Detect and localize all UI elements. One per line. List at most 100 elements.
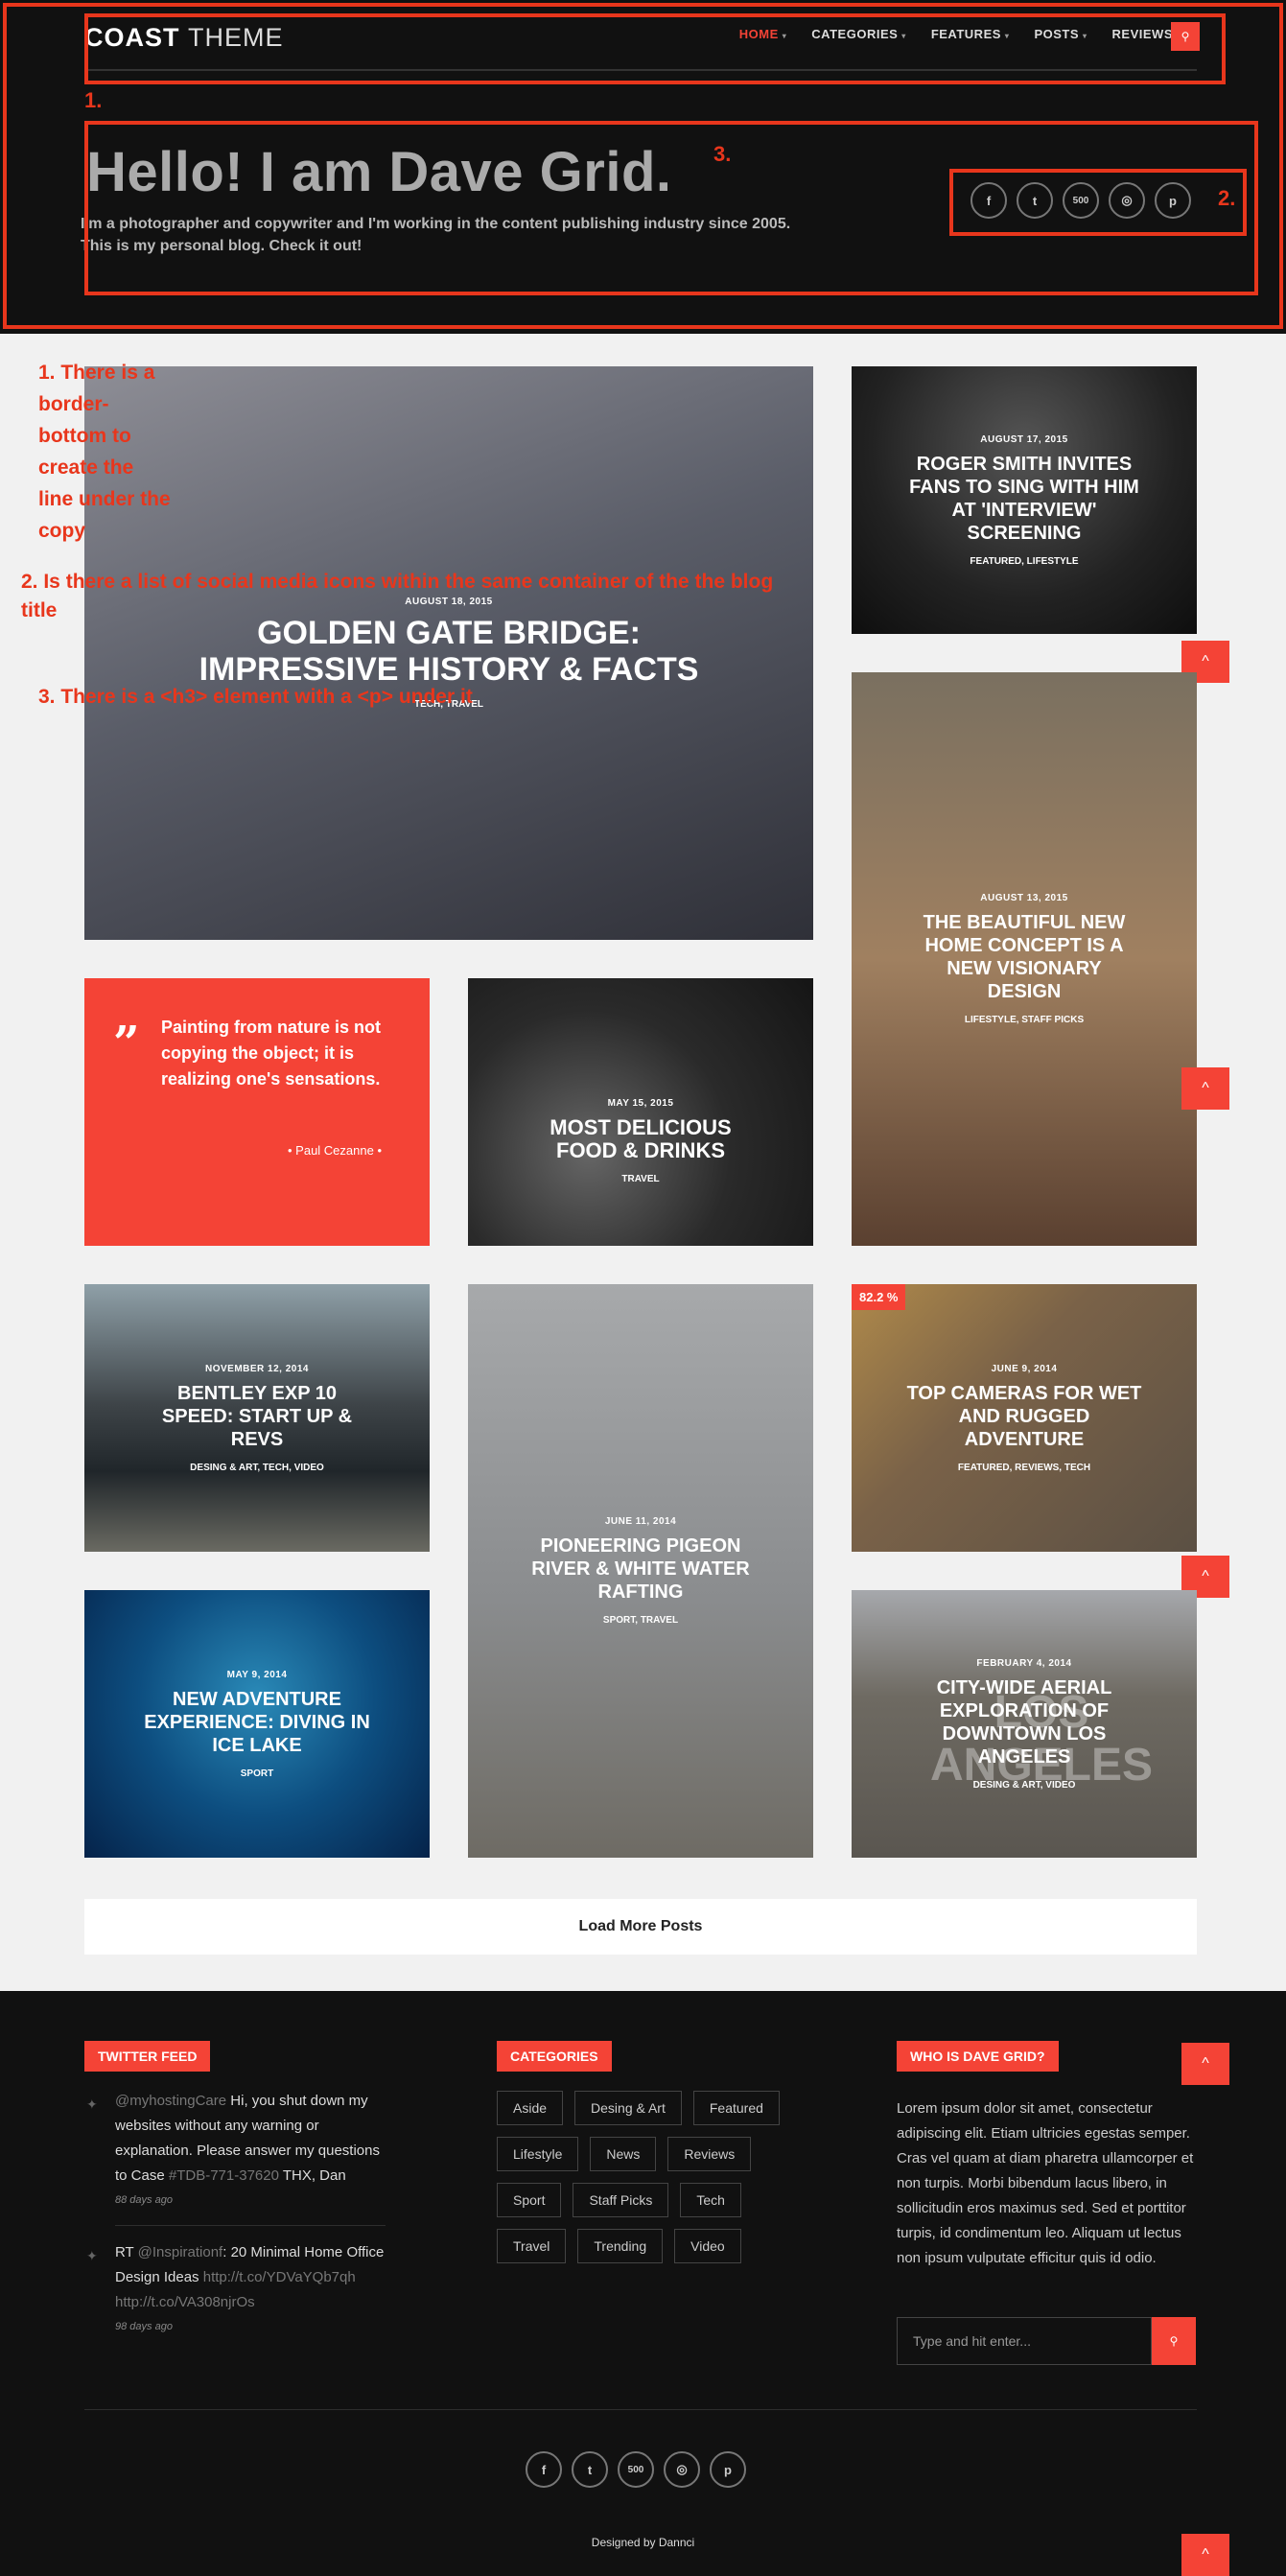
post-categories[interactable]: SPORT <box>241 1768 273 1779</box>
post-title[interactable]: PIONEERING PIGEON RIVER & WHITE WATER RA… <box>468 1534 813 1604</box>
tweet-1: @myhostingCare Hi, you shut down my webs… <box>115 2089 393 2189</box>
review-score-badge: 82.2 % <box>852 1284 906 1310</box>
footer-credit: Designed by Dannci <box>591 2536 695 2549</box>
post-date: AUGUST 13, 2015 <box>980 893 1068 903</box>
post-categories[interactable]: DESING & ART, TECH, VIDEO <box>190 1463 324 1473</box>
post-categories[interactable]: FEATURED, REVIEWS, TECH <box>958 1463 1090 1473</box>
post-card-ice-lake[interactable]: MAY 9, 2014 NEW ADVENTURE EXPERIENCE: DI… <box>84 1590 430 1858</box>
category-tag[interactable]: Video <box>674 2229 741 2263</box>
category-tags: Aside Desing & Art Featured Lifestyle Ne… <box>497 2091 784 2263</box>
post-card-pigeon-river[interactable]: JUNE 11, 2014 PIONEERING PIGEON RIVER & … <box>468 1284 813 1858</box>
twitter-icon[interactable]: t <box>572 2451 608 2488</box>
pinterest-glyph: p <box>724 2462 732 2477</box>
post-title[interactable]: GOLDEN GATE BRIDGE: IMPRESSIVE HISTORY &… <box>84 615 813 688</box>
tweet-link[interactable]: http://t.co/YDVaYQb7qh <box>203 2269 356 2285</box>
twitter-icon: ✦ <box>86 2096 98 2112</box>
instagram-icon[interactable]: ◎ <box>664 2451 700 2488</box>
post-date: JUNE 11, 2014 <box>604 1516 677 1527</box>
post-date: MAY 15, 2015 <box>607 1097 674 1109</box>
category-tag[interactable]: Travel <box>497 2229 567 2263</box>
scroll-up-button[interactable]: ^ <box>1181 1067 1229 1110</box>
post-card-roger-smith[interactable]: AUGUST 17, 2015 ROGER SMITH INVITES FANS… <box>852 366 1197 634</box>
category-tag[interactable]: Lifestyle <box>497 2137 579 2171</box>
pinterest-icon[interactable]: p <box>710 2451 746 2488</box>
post-categories[interactable]: TRAVEL <box>621 1174 659 1184</box>
post-image-overlay-text: LOS ANGELES <box>929 1687 1154 1791</box>
post-date: FEBRUARY 4, 2014 <box>976 1657 1072 1669</box>
tweet-link[interactable]: http://t.co/VA308njrOs <box>115 2294 255 2310</box>
tweet-handle[interactable]: @Inspirationf <box>138 2244 223 2260</box>
post-card-los-angeles[interactable]: LOS ANGELES FEBRUARY 4, 2014 CITY-WIDE A… <box>852 1590 1197 1858</box>
annotation-note-3: 3. There is a <h3> element with a <p> un… <box>38 686 473 708</box>
tweet-prefix: RT <box>115 2244 138 2260</box>
about-text: Lorem ipsum dolor sit amet, consectetur … <box>897 2100 1194 2266</box>
category-tag[interactable]: Staff Picks <box>573 2183 669 2217</box>
instagram-glyph: ◎ <box>676 2462 688 2476</box>
post-title[interactable]: BENTLEY EXP 10 SPEED: START UP & REVS <box>84 1382 430 1451</box>
500px-glyph: 500 <box>627 2464 644 2475</box>
annotation-box-2 <box>949 169 1247 236</box>
post-categories[interactable]: LIFESTYLE, STAFF PICKS <box>965 1015 1084 1025</box>
post-title[interactable]: MOST DELICIOUS FOOD & DRINKS <box>468 1115 813 1162</box>
about-title: WHO IS DAVE GRID? <box>897 2041 1059 2072</box>
tweet-divider <box>115 2225 386 2226</box>
post-date: AUGUST 17, 2015 <box>980 433 1068 445</box>
tweet-text-tail: THX, Dan <box>278 2167 346 2184</box>
post-card-food-drinks[interactable]: MAY 15, 2015 MOST DELICIOUS FOOD & DRINK… <box>468 978 813 1246</box>
facebook-icon[interactable]: f <box>526 2451 562 2488</box>
post-title[interactable]: NEW ADVENTURE EXPERIENCE: DIVING IN ICE … <box>84 1688 430 1757</box>
post-card-bentley[interactable]: NOVEMBER 12, 2014 BENTLEY EXP 10 SPEED: … <box>84 1284 430 1552</box>
tweet-handle[interactable]: @myhostingCare <box>115 2093 226 2109</box>
post-categories[interactable]: SPORT, TRAVEL <box>603 1615 678 1626</box>
load-more-button[interactable]: Load More Posts <box>84 1899 1197 1955</box>
post-title[interactable]: ROGER SMITH INVITES FANS TO SING WITH HI… <box>852 453 1197 545</box>
category-tag[interactable]: Sport <box>497 2183 562 2217</box>
category-tag[interactable]: Aside <box>497 2091 564 2125</box>
category-tag[interactable]: Trending <box>577 2229 664 2263</box>
category-tag[interactable]: Tech <box>680 2183 741 2217</box>
post-title[interactable]: TOP CAMERAS FOR WET AND RUGGED ADVENTURE <box>852 1382 1197 1451</box>
search-icon: ⚲ <box>1169 2334 1179 2348</box>
annotation-label-1: 1. <box>84 88 103 112</box>
tweet-time: 88 days ago <box>115 2194 173 2206</box>
post-date: MAY 9, 2014 <box>226 1669 288 1680</box>
facebook-glyph: f <box>541 2462 547 2477</box>
chevron-up-icon: ^ <box>1202 1080 1209 1096</box>
chevron-up-icon: ^ <box>1202 653 1209 669</box>
chevron-up-icon: ^ <box>1202 1568 1209 1584</box>
post-card-top-cameras[interactable]: JUNE 9, 2014 TOP CAMERAS FOR WET AND RUG… <box>852 1284 1197 1552</box>
quote-icon: ” <box>113 1017 140 1070</box>
twitter-glyph: t <box>587 2462 593 2477</box>
post-date: JUNE 9, 2014 <box>991 1363 1058 1374</box>
chevron-up-icon: ^ <box>1202 2546 1209 2563</box>
category-tag[interactable]: Featured <box>692 2091 780 2125</box>
post-card-home-concept[interactable]: AUGUST 13, 2015 THE BEAUTIFUL NEW HOME C… <box>852 672 1197 1246</box>
tweet-time: 98 days ago <box>115 2321 173 2332</box>
annotation-note-1: 1. There is a border-bottom to create th… <box>38 362 171 542</box>
category-tag[interactable]: News <box>590 2137 657 2171</box>
annotation-label-3: 3. <box>713 142 732 166</box>
categories-title: CATEGORIES <box>497 2041 612 2072</box>
post-card-golden-gate[interactable]: AUGUST 18, 2015 GOLDEN GATE BRIDGE: IMPR… <box>84 366 813 940</box>
twitter-icon: ✦ <box>86 2248 98 2263</box>
quote-text: Painting from nature is not copying the … <box>161 1018 382 1089</box>
post-categories[interactable]: FEATURED, LIFESTYLE <box>970 556 1078 567</box>
chevron-up-icon: ^ <box>1202 2055 1209 2072</box>
category-tag[interactable]: Desing & Art <box>574 2091 682 2125</box>
footer-divider <box>84 2409 1197 2410</box>
footer-search-field[interactable] <box>897 2317 1152 2365</box>
footer-social-icons: f t 500 ◎ p <box>526 2451 746 2488</box>
category-tag[interactable]: Reviews <box>667 2137 752 2171</box>
500px-icon[interactable]: 500 <box>618 2451 654 2488</box>
scroll-up-button[interactable]: ^ <box>1181 2534 1229 2576</box>
post-title[interactable]: THE BEAUTIFUL NEW HOME CONCEPT IS A NEW … <box>852 911 1197 1003</box>
annotation-note-2: 2. Is there a list of social media icons… <box>21 571 774 621</box>
footer-search-button[interactable]: ⚲ <box>1152 2317 1196 2365</box>
tweet-2: RT @Inspirationf: 20 Minimal Home Office… <box>115 2240 393 2315</box>
post-date: NOVEMBER 12, 2014 <box>205 1363 309 1374</box>
annotation-box-1 <box>84 13 1226 84</box>
tweet-hashtag[interactable]: #TDB-771-37620 <box>169 2167 279 2184</box>
footer-search-input[interactable] <box>913 2333 1134 2349</box>
twitter-feed-title: TWITTER FEED <box>84 2041 211 2072</box>
scroll-up-button[interactable]: ^ <box>1181 2043 1229 2085</box>
